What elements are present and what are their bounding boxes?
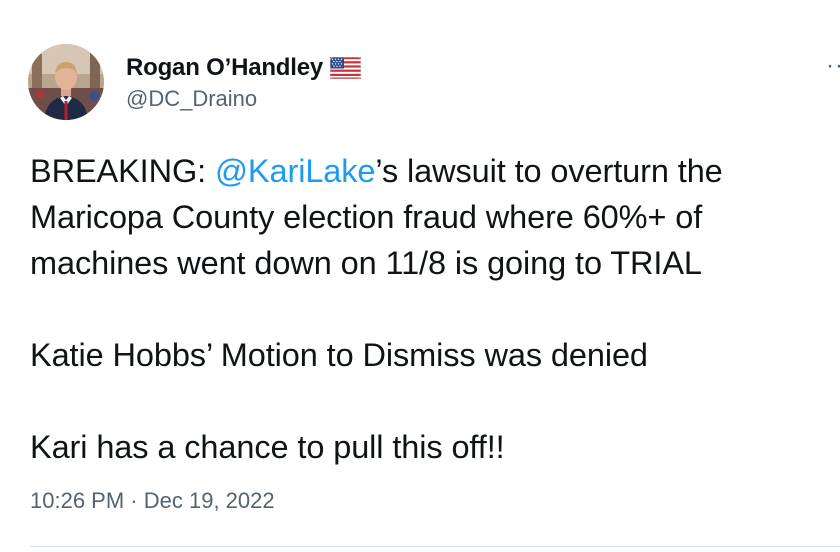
tweet-text: BREAKING: @KariLake’s lawsuit to overtur…	[30, 148, 835, 470]
avatar[interactable]	[28, 44, 104, 120]
tweet-line-prefix: BREAKING:	[30, 153, 216, 189]
tweet-card: Rogan O’Handley @DC_Draino · BREAKING: @…	[0, 0, 840, 552]
display-name-row: Rogan O’Handley	[126, 54, 362, 82]
tweet-timestamp[interactable]: 10:26 PM · Dec 19, 2022	[30, 488, 275, 514]
tweet-time: 10:26 PM	[30, 488, 125, 513]
tweet-line: Kari has a chance to pull this off!!	[30, 429, 505, 465]
author-handle[interactable]: @DC_Draino	[126, 86, 361, 112]
mention-link[interactable]: @KariLake	[215, 153, 375, 189]
author-names: Rogan O’Handley @DC_Draino	[126, 54, 362, 112]
tweet-line-suffix: ’s lawsuit to overturn the	[375, 153, 723, 189]
tweet-line: Maricopa County election fraud where 60%…	[30, 199, 703, 235]
avatar-image	[28, 44, 104, 120]
more-icon[interactable]: ··	[826, 54, 840, 78]
meta-separator: ·	[124, 488, 144, 513]
tweet-line: machines went down on 11/8 is going to T…	[30, 245, 702, 281]
tweet-line: Katie Hobbs’ Motion to Dismiss was denie…	[30, 337, 648, 373]
tweet-date: Dec 19, 2022	[143, 488, 275, 513]
divider	[30, 546, 840, 547]
us-flag-icon	[330, 57, 362, 79]
tweet-line: BREAKING: @KariLake’s lawsuit to overtur…	[30, 148, 835, 194]
display-name[interactable]: Rogan O’Handley	[126, 54, 323, 82]
tweet-header: Rogan O’Handley @DC_Draino	[28, 44, 362, 120]
